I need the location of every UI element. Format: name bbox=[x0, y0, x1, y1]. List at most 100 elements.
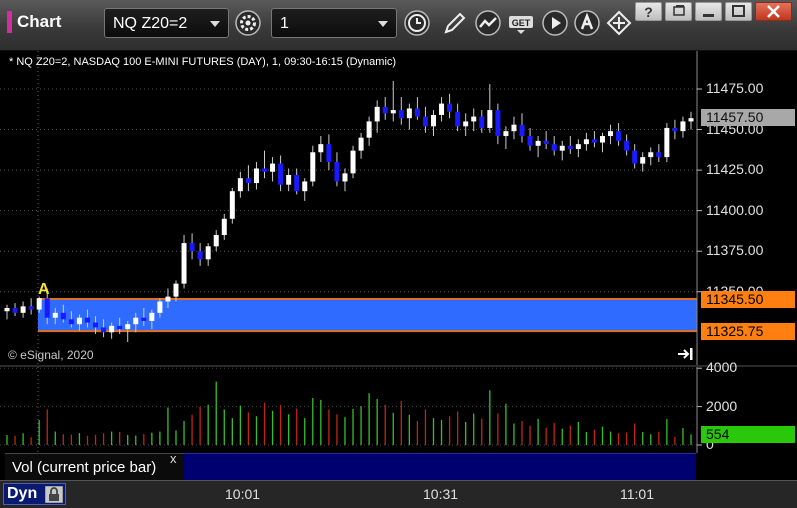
candle-body bbox=[406, 108, 412, 119]
candle-body bbox=[213, 234, 219, 247]
candle-body bbox=[76, 317, 82, 325]
candle-body bbox=[575, 144, 581, 150]
dynamic-mode-label: Dyn bbox=[7, 485, 38, 502]
pencil-icon[interactable] bbox=[441, 9, 469, 37]
candle-body bbox=[68, 319, 74, 325]
crosshair-icon[interactable] bbox=[605, 9, 633, 37]
a-icon[interactable] bbox=[573, 9, 601, 37]
candle-body bbox=[278, 163, 284, 185]
candle-body bbox=[414, 108, 420, 117]
price-tick-label: 11400.00 bbox=[706, 201, 764, 218]
restore-button[interactable] bbox=[665, 2, 692, 21]
candle-body bbox=[608, 131, 614, 137]
clock-icon[interactable] bbox=[403, 9, 431, 37]
candle-body bbox=[334, 161, 340, 182]
candle-body bbox=[125, 324, 131, 330]
price-tick-label: 11475.00 bbox=[706, 80, 764, 96]
time-axis-bar[interactable]: Dyn 10:01 10:31 11:01 bbox=[0, 480, 797, 508]
candle-body bbox=[382, 106, 388, 114]
volume-chart[interactable] bbox=[0, 367, 797, 453]
volume-pane[interactable]: 4000 2000 0 554 Vol (current price bar) x bbox=[0, 359, 797, 481]
time-tick-label: 10:01 bbox=[225, 486, 261, 502]
chart-info: * NQ Z20=2, NASDAQ 100 E-MINI FUTURES (D… bbox=[9, 56, 397, 68]
candle-body bbox=[495, 110, 501, 137]
candle-body bbox=[551, 144, 557, 151]
candle-body bbox=[439, 103, 445, 115]
candle-body bbox=[519, 124, 525, 137]
lock-icon[interactable] bbox=[45, 486, 63, 503]
maximize-icon bbox=[732, 5, 745, 17]
study-icon[interactable] bbox=[474, 9, 502, 37]
candle-body bbox=[310, 152, 316, 182]
candle-body bbox=[52, 312, 58, 318]
volume-tick-label: 4000 bbox=[706, 359, 738, 376]
candle-body bbox=[599, 136, 605, 143]
candle-body bbox=[342, 173, 348, 182]
chevron-down-icon[interactable] bbox=[378, 21, 388, 27]
dynamic-mode-button[interactable]: Dyn bbox=[3, 483, 66, 505]
close-button[interactable] bbox=[755, 2, 792, 21]
candle-body bbox=[616, 131, 622, 141]
volume-tick-label: 2000 bbox=[706, 397, 738, 414]
candle-body bbox=[672, 127, 678, 132]
price-tick-label: 11375.00 bbox=[706, 242, 764, 259]
price-zone bbox=[38, 299, 697, 332]
symbol-field[interactable]: NQ Z20=2 bbox=[104, 8, 229, 38]
maximize-button[interactable] bbox=[725, 2, 752, 21]
price-pane[interactable]: * NQ Z20=2, NASDAQ 100 E-MINI FUTURES (D… bbox=[0, 51, 797, 365]
candle-body bbox=[358, 137, 364, 151]
candle-body bbox=[318, 144, 324, 153]
scroll-to-end-icon[interactable] bbox=[677, 347, 695, 361]
volume-legend[interactable]: Vol (current price bar) bbox=[5, 453, 184, 480]
title-bar: Chart NQ Z20=2 1 GET ? bbox=[0, 0, 797, 51]
get-icon[interactable]: GET bbox=[507, 9, 535, 37]
candle-body bbox=[527, 136, 533, 146]
candle-body bbox=[36, 298, 42, 310]
volume-tag: 554 bbox=[701, 426, 795, 444]
chevron-down-icon[interactable] bbox=[210, 21, 220, 27]
candle-body bbox=[583, 139, 589, 145]
play-icon[interactable] bbox=[541, 9, 569, 37]
candle-body bbox=[12, 307, 18, 313]
candle-body bbox=[390, 110, 396, 114]
svg-text:GET: GET bbox=[512, 18, 531, 28]
candle-body bbox=[664, 127, 670, 158]
candle-body bbox=[656, 152, 662, 158]
candle-body bbox=[422, 116, 428, 127]
price-chart[interactable] bbox=[0, 51, 797, 365]
candle-body bbox=[559, 145, 565, 151]
candle-body bbox=[237, 178, 243, 192]
candle-body bbox=[165, 296, 171, 302]
interval-value: 1 bbox=[280, 15, 289, 32]
gear-icon[interactable] bbox=[234, 9, 262, 37]
legend-close-icon[interactable]: x bbox=[170, 451, 177, 466]
candle-body bbox=[455, 111, 461, 127]
candle-body bbox=[624, 140, 630, 151]
marker-label[interactable]: A bbox=[38, 281, 50, 299]
candle-body bbox=[463, 121, 469, 127]
candle-body bbox=[262, 168, 268, 172]
candle-body bbox=[648, 152, 654, 158]
candle-body bbox=[44, 298, 50, 318]
candle-body bbox=[447, 103, 453, 112]
minimize-button[interactable] bbox=[695, 2, 722, 21]
candle-body bbox=[20, 306, 26, 313]
candle-body bbox=[4, 307, 10, 312]
candle-body bbox=[398, 110, 404, 119]
interval-field[interactable]: 1 bbox=[271, 8, 397, 38]
candle-body bbox=[28, 306, 34, 310]
help-button[interactable]: ? bbox=[635, 2, 662, 21]
candle-body bbox=[350, 150, 356, 174]
candle-body bbox=[149, 312, 155, 321]
zone-high-tag: 11345.50 bbox=[701, 291, 795, 309]
candle-body bbox=[567, 145, 573, 150]
candle-body bbox=[109, 325, 115, 333]
candle-body bbox=[117, 325, 123, 330]
candle-body bbox=[93, 322, 99, 328]
restore-icon bbox=[673, 5, 685, 16]
candle-body bbox=[535, 140, 541, 146]
window-title: Chart bbox=[17, 12, 62, 31]
candle-body bbox=[205, 246, 211, 260]
candle-body bbox=[294, 174, 300, 192]
candle-body bbox=[640, 157, 646, 164]
